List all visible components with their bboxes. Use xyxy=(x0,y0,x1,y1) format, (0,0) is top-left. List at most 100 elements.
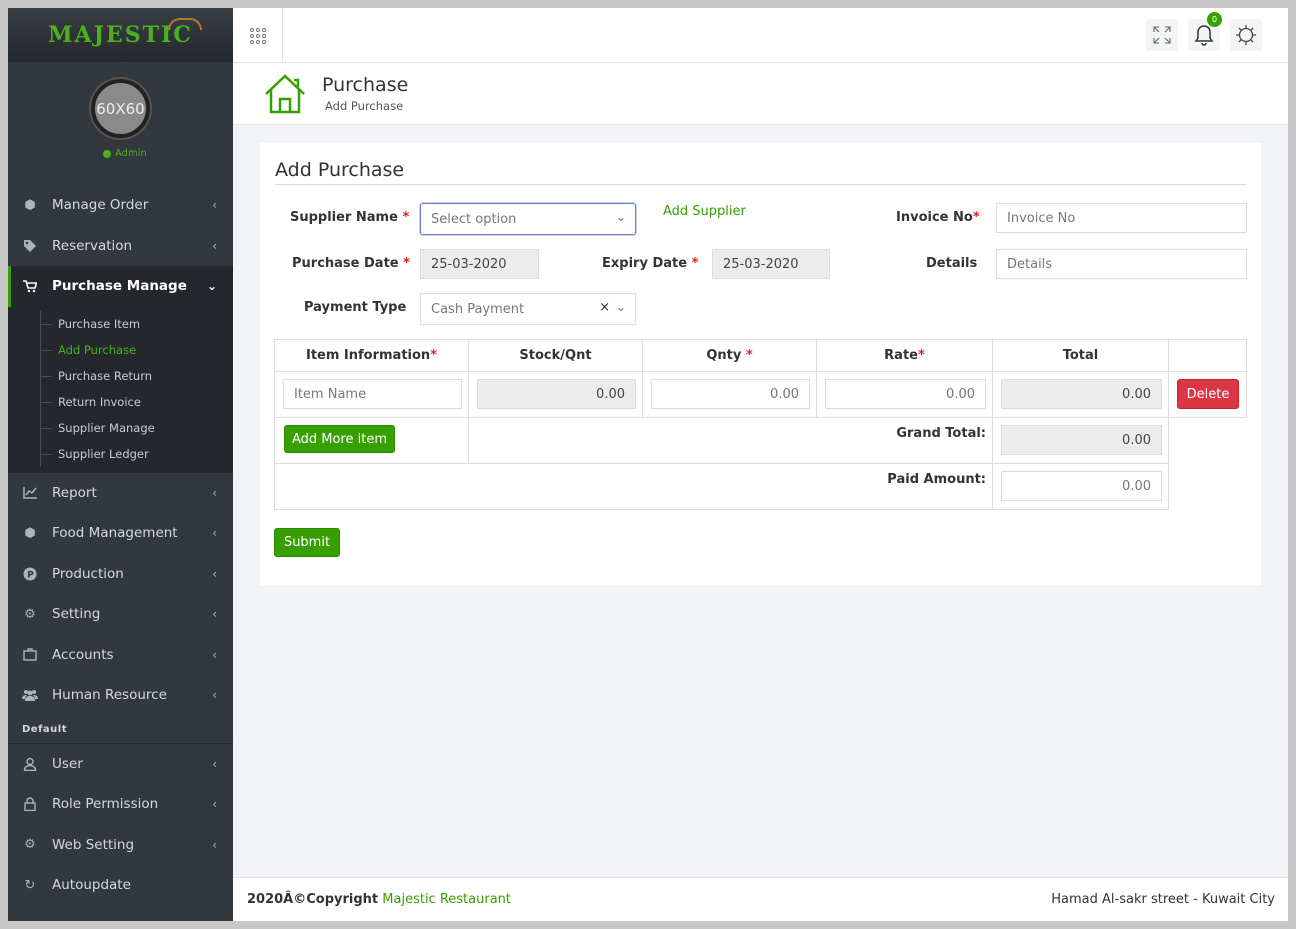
chevron-left-icon: ‹ xyxy=(212,526,217,540)
users-icon xyxy=(22,687,38,703)
submit-button[interactable]: Submit xyxy=(274,528,340,557)
sidebar-item-label: Manage Order xyxy=(52,197,149,214)
profile: 60X60 Admin xyxy=(8,62,233,185)
sidebar-item-label: Purchase Manage xyxy=(52,278,187,295)
submenu-purchase-item[interactable]: Purchase Item xyxy=(8,310,233,337)
sidebar-section-heading: Default xyxy=(8,716,233,744)
refresh-icon: ↻ xyxy=(24,877,36,893)
sidebar-item-report[interactable]: Report ‹ xyxy=(8,473,233,514)
sidebar-item-user[interactable]: User ‹ xyxy=(8,744,233,785)
rate-input[interactable]: 0.00 xyxy=(825,379,986,409)
paid-amount-input[interactable]: 0.00 xyxy=(1001,471,1162,501)
item-name-input[interactable]: Item Name xyxy=(283,379,462,409)
qnty-input[interactable]: 0.00 xyxy=(651,379,810,409)
add-purchase-card: Add Purchase Supplier Name * Select opti… xyxy=(260,143,1261,585)
table-row: Item Name 0.00 0.00 0.00 0.00 Delete xyxy=(274,371,1247,418)
sidebar-item-label: Reservation xyxy=(52,237,133,254)
avatar[interactable]: 60X60 xyxy=(91,79,150,138)
chevron-left-icon: ‹ xyxy=(212,607,217,621)
add-supplier-link[interactable]: Add Supplier xyxy=(663,204,746,219)
cube-icon: ⬢ xyxy=(24,197,36,213)
sidebar: MAJESTIC 60X60 Admin ⬢ Manage Order ‹ Re… xyxy=(8,8,233,921)
sidebar-item-autoupdate[interactable]: ↻ Autoupdate xyxy=(8,865,233,906)
avatar-text: 60X60 xyxy=(96,99,145,118)
col-qnty: Qnty * xyxy=(642,339,817,372)
topbar: 0 xyxy=(233,8,1288,63)
sidebar-item-label: Setting xyxy=(52,606,101,623)
sidebar-item-human-resource[interactable]: Human Resource ‹ xyxy=(8,675,233,716)
purchase-items-table: Item Information* Stock/Qnt Qnty * Rate*… xyxy=(274,339,1247,510)
grand-total-label: Grand Total: xyxy=(468,417,993,464)
payment-type-value: Cash Payment xyxy=(431,301,525,317)
online-dot-icon xyxy=(103,149,111,158)
submenu-supplier-manage[interactable]: Supplier Manage xyxy=(8,414,233,441)
submenu-purchase-return[interactable]: Purchase Return xyxy=(8,362,233,389)
brand-logo[interactable]: MAJESTIC xyxy=(8,8,233,62)
sidebar-item-setting[interactable]: ⚙ Setting ‹ xyxy=(8,594,233,635)
chevron-left-icon: ‹ xyxy=(212,688,217,702)
chevron-down-icon: ⌄ xyxy=(615,300,626,314)
chevron-left-icon: ‹ xyxy=(212,198,217,212)
expiry-date-label: Expiry Date * xyxy=(602,256,699,271)
grand-total-input[interactable]: 0.00 xyxy=(1001,425,1162,455)
chevron-left-icon: ‹ xyxy=(212,797,217,811)
paid-amount-label: Paid Amount: xyxy=(274,463,993,510)
expiry-date-input[interactable]: 25-03-2020 xyxy=(712,249,830,279)
sidebar-item-manage-order[interactable]: ⬢ Manage Order ‹ xyxy=(8,185,233,226)
chevron-left-icon: ‹ xyxy=(212,756,217,771)
total-input[interactable]: 0.00 xyxy=(1001,379,1162,409)
footer: 2020Â©Copyright Majestic Restaurant Hama… xyxy=(233,877,1288,921)
sidebar-item-web-setting[interactable]: ⚙ Web Setting ‹ xyxy=(8,825,233,866)
delete-button[interactable]: Delete xyxy=(1177,379,1239,409)
fullscreen-button[interactable] xyxy=(1146,19,1178,51)
sidebar-item-purchase-manage[interactable]: Purchase Manage ⌄ xyxy=(8,266,233,307)
copyright-text: 2020Â©Copyright xyxy=(247,892,379,907)
chevron-left-icon: ‹ xyxy=(212,485,217,500)
page-title: Purchase xyxy=(322,74,409,96)
sidebar-item-reservation[interactable]: Reservation ‹ xyxy=(8,226,233,267)
expiry-date-value: 25-03-2020 xyxy=(723,256,799,272)
add-more-item-button[interactable]: Add More item xyxy=(284,425,395,453)
col-action xyxy=(1168,339,1247,372)
bell-icon xyxy=(1194,25,1214,46)
submenu-supplier-ledger[interactable]: Supplier Ledger xyxy=(8,440,233,467)
col-total: Total xyxy=(992,339,1169,372)
sidebar-item-food-management[interactable]: ⬢ Food Management ‹ xyxy=(8,513,233,554)
purchase-date-input[interactable]: 25-03-2020 xyxy=(420,249,539,279)
payment-type-label: Payment Type xyxy=(304,300,407,315)
submenu-add-purchase[interactable]: Add Purchase xyxy=(8,336,233,363)
role-status: Admin xyxy=(103,148,147,159)
chevron-down-icon: ⌄ xyxy=(206,279,217,293)
production-icon: P xyxy=(22,566,38,582)
apps-grid-button[interactable] xyxy=(233,8,283,63)
submenu-return-invoice[interactable]: Return Invoice xyxy=(8,388,233,415)
notifications-button[interactable]: 0 xyxy=(1188,12,1222,51)
invoice-placeholder: Invoice No xyxy=(1007,210,1076,226)
sidebar-item-label: Human Resource xyxy=(52,687,167,704)
stock-qnt-input[interactable]: 0.00 xyxy=(477,379,636,409)
divider xyxy=(275,184,1247,185)
details-textarea[interactable]: Details xyxy=(996,249,1247,279)
footer-brand-link[interactable]: Majestic Restaurant xyxy=(382,892,511,907)
page-subtitle: Add Purchase xyxy=(325,99,404,113)
chevron-down-icon: ⌄ xyxy=(615,210,626,224)
supplier-select[interactable]: Select option ⌄ xyxy=(420,203,636,235)
invoice-no-input[interactable]: Invoice No xyxy=(996,203,1247,233)
paid-amount-row: Paid Amount: 0.00 xyxy=(274,463,1247,510)
home-icon xyxy=(265,74,305,114)
payment-type-select[interactable]: Cash Payment × ⌄ xyxy=(420,293,636,325)
footer-copyright: 2020Â©Copyright Majestic Restaurant xyxy=(247,892,511,907)
chevron-left-icon: ‹ xyxy=(212,647,217,662)
sidebar-item-label: Production xyxy=(52,565,124,582)
col-stock: Stock/Qnt xyxy=(468,339,643,372)
tag-icon xyxy=(22,238,38,254)
clear-icon[interactable]: × xyxy=(599,300,610,315)
sidebar-item-production[interactable]: P Production ‹ xyxy=(8,554,233,595)
settings-button[interactable] xyxy=(1230,19,1262,51)
sidebar-item-role-permission[interactable]: Role Permission ‹ xyxy=(8,784,233,825)
card-title: Add Purchase xyxy=(275,159,405,181)
sidebar-item-label: User xyxy=(52,755,83,772)
app-window: MAJESTIC 60X60 Admin ⬢ Manage Order ‹ Re… xyxy=(8,8,1288,921)
supplier-name-label: Supplier Name * xyxy=(290,210,410,225)
sidebar-item-accounts[interactable]: Accounts ‹ xyxy=(8,635,233,676)
